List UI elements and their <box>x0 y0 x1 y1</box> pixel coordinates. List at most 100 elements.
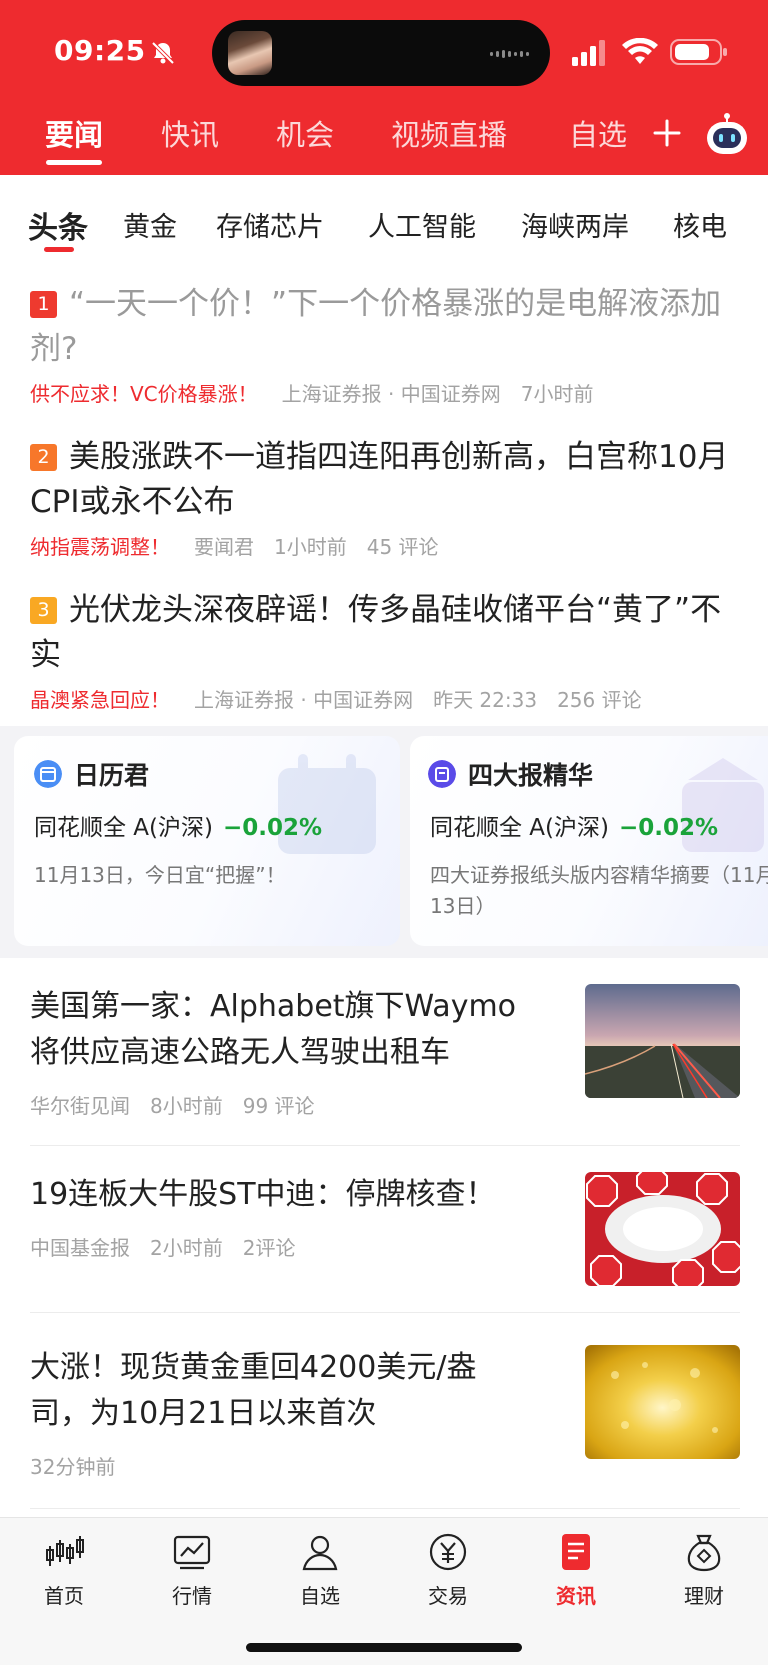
headline-text: 光伏龙头深夜辟谣！传多晶硅收储平台“黄了”不实 <box>30 592 722 673</box>
comment-count: 45 评论 <box>366 535 439 559</box>
index-name: 同花顺全 A(沪深) <box>430 815 609 841</box>
home-indicator[interactable] <box>246 1643 522 1652</box>
divider <box>30 1145 740 1146</box>
hot-tag: 晶澳紧急回应！ <box>30 688 170 712</box>
timestamp: 8小时前 <box>150 1094 223 1118</box>
nav-trade[interactable]: 交易 <box>384 1518 512 1618</box>
source: 要闻君 <box>194 535 254 559</box>
chart-icon <box>173 1535 211 1570</box>
stop-signs-image <box>585 1172 740 1286</box>
headline-title: 1 “一天一个价！”下一个价格暴涨的是电解液添加剂? <box>30 282 730 372</box>
nav-news[interactable]: 资讯 <box>512 1518 640 1618</box>
news-meta: 华尔街见闻 8小时前 99 评论 <box>30 1090 335 1119</box>
audio-wave-icon <box>490 50 529 58</box>
source: 上海证券报 · 中国证券网 <box>281 382 501 406</box>
gold-image <box>585 1345 740 1459</box>
source: 华尔街见闻 <box>30 1094 130 1118</box>
divider <box>30 1312 740 1313</box>
nav-market[interactable]: 行情 <box>128 1518 256 1618</box>
subtab-gold[interactable]: 黄金 <box>123 205 177 244</box>
headline-meta: 晶澳紧急回应！ 上海证券报 · 中国证券网 昨天 22:33 256 评论 <box>30 684 730 713</box>
headline-meta: 供不应求！VC价格暴涨！ 上海证券报 · 中国证券网 7小时前 <box>30 378 730 407</box>
timestamp: 32分钟前 <box>30 1455 116 1479</box>
news-title: 大涨！现货黄金重回4200美元/盎司，为10月21日以来首次 <box>30 1350 477 1431</box>
rank-badge: 1 <box>30 291 57 318</box>
headline-meta: 纳指震荡调整！ 要闻君 1小时前 45 评论 <box>30 531 730 560</box>
newspaper-watermark-icon <box>682 758 764 852</box>
subtab-toutiao[interactable]: 头条 <box>28 203 88 247</box>
nav-label: 行情 <box>172 1584 212 1608</box>
candlestick-icon <box>46 1536 84 1566</box>
card-title: 四大报精华 <box>468 761 594 790</box>
comment-count: 256 评论 <box>557 688 642 712</box>
nav-label: 自选 <box>300 1584 340 1608</box>
index-change: −0.02% <box>223 815 323 841</box>
highway-image <box>585 984 740 1098</box>
subtab-nuclear[interactable]: 核电 <box>673 205 727 244</box>
subtab-cross-strait[interactable]: 海峡两岸 <box>521 205 629 244</box>
nav-label: 交易 <box>428 1584 468 1608</box>
bell-muted-icon <box>151 41 175 65</box>
card-title: 日历君 <box>74 761 150 790</box>
tab-zixuan[interactable]: 自选 <box>569 112 627 154</box>
active-tab-indicator <box>46 160 102 165</box>
money-bag-icon <box>687 1534 721 1572</box>
calendar-card[interactable]: 日历君 同花顺全 A(沪深) −0.02% 11月13日，今日宜“把握”！ <box>14 736 400 946</box>
newspaper-icon <box>428 760 456 788</box>
headline-title: 3 光伏龙头深夜辟谣！传多晶硅收储平台“黄了”不实 <box>30 588 730 678</box>
tab-video-live[interactable]: 视频直播 <box>391 112 507 154</box>
headline-text: “一天一个价！”下一个价格暴涨的是电解液添加剂? <box>30 286 722 367</box>
nav-watchlist[interactable]: 自选 <box>256 1518 384 1618</box>
wifi-icon <box>622 38 658 64</box>
gold-thumbnail <box>585 1345 740 1459</box>
yen-coin-icon <box>429 1533 467 1571</box>
news-meta: 中国基金报 2小时前 2评论 <box>30 1232 315 1261</box>
index-line: 同花顺全 A(沪深) −0.02% <box>430 808 718 842</box>
timestamp: 1小时前 <box>274 535 347 559</box>
sub-tab-bar: 头条 黄金 存储芯片 人工智能 海峡两岸 核电 <box>0 175 768 255</box>
dynamic-island <box>212 20 550 86</box>
headline-item[interactable]: 2 美股涨跌不一道指四连阳再创新高，白宫称10月CPI或永不公布 纳指震荡调整！ 要… <box>30 435 730 560</box>
tab-jihui[interactable]: 机会 <box>276 112 334 154</box>
nav-home[interactable]: 首页 <box>0 1518 128 1618</box>
nav-wealth[interactable]: 理财 <box>640 1518 768 1618</box>
headline-item[interactable]: 3 光伏龙头深夜辟谣！传多晶硅收储平台“黄了”不实 晶澳紧急回应！ 上海证券报 · … <box>30 588 730 713</box>
news-item[interactable]: 大涨！现货黄金重回4200美元/盎司，为10月21日以来首次 32分钟前 <box>30 1345 740 1479</box>
timestamp: 昨天 22:33 <box>433 688 538 712</box>
timestamp: 2小时前 <box>150 1236 223 1260</box>
add-channel-icon[interactable] <box>652 118 682 148</box>
highway-thumbnail <box>585 984 740 1098</box>
subtab-storage-chips[interactable]: 存储芯片 <box>216 205 324 244</box>
cellular-signal-icon <box>572 40 605 66</box>
active-subtab-indicator <box>44 247 74 252</box>
calendar-watermark-icon <box>278 754 376 854</box>
rank-badge: 2 <box>30 444 57 471</box>
calendar-icon <box>34 760 62 788</box>
comment-count: 99 评论 <box>242 1094 315 1118</box>
index-name: 同花顺全 A(沪深) <box>34 815 213 841</box>
tab-yaowen[interactable]: 要闻 <box>45 112 103 154</box>
app-header: 09:25 要闻 快讯 机会 视频直播 自选 <box>0 0 768 175</box>
source: 中国基金报 <box>30 1236 130 1260</box>
tab-kuaixun[interactable]: 快讯 <box>161 112 219 154</box>
card-description: 四大证券报纸头版内容精华摘要（11月13日） <box>430 863 768 918</box>
rank-badge: 3 <box>30 597 57 624</box>
news-page: 09:25 要闻 快讯 机会 视频直播 自选 头条 黄金 存储芯片 人工智能 海… <box>0 0 768 1665</box>
hot-tag: 供不应求！VC价格暴涨！ <box>30 382 258 406</box>
headline-item[interactable]: 1 “一天一个价！”下一个价格暴涨的是电解液添加剂? 供不应求！VC价格暴涨！ 上海… <box>30 282 730 407</box>
newspaper-digest-card[interactable]: 四大报精华 同花顺全 A(沪深) −0.02% 四大证券报纸头版内容精华摘要（11… <box>410 736 768 946</box>
nav-label: 首页 <box>44 1584 84 1608</box>
news-item[interactable]: 19连板大牛股ST中迪：停牌核查！ 中国基金报 2小时前 2评论 <box>30 1172 740 1292</box>
status-time: 09:25 <box>54 34 146 67</box>
news-icon <box>562 1534 590 1570</box>
news-item[interactable]: 美国第一家：Alphabet旗下Waymo将供应高速公路无人驾驶出租车 华尔街见… <box>30 984 740 1118</box>
nav-label: 理财 <box>684 1584 724 1608</box>
hot-tag: 纳指震荡调整！ <box>30 535 170 559</box>
subtab-ai[interactable]: 人工智能 <box>368 205 476 244</box>
headline-text: 美股涨跌不一道指四连阳再创新高，白宫称10月CPI或永不公布 <box>30 439 729 520</box>
divider <box>30 1508 740 1509</box>
comment-count: 2评论 <box>242 1236 296 1260</box>
news-meta: 32分钟前 <box>30 1451 135 1480</box>
robot-assistant-icon[interactable] <box>704 112 750 156</box>
news-title: 美国第一家：Alphabet旗下Waymo将供应高速公路无人驾驶出租车 <box>30 989 517 1070</box>
